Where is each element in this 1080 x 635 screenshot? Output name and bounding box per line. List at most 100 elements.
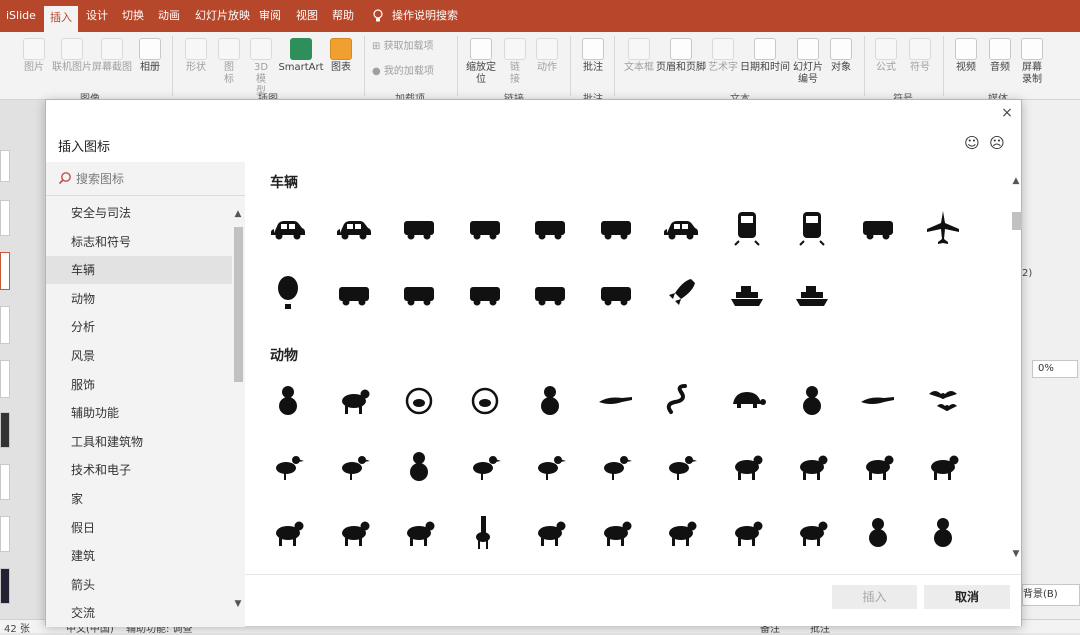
fishbowl-icon[interactable]: [399, 380, 439, 420]
horse-icon[interactable]: [858, 446, 898, 486]
scooter-icon[interactable]: [530, 207, 570, 247]
comment-button[interactable]: 批注: [580, 38, 606, 74]
video-button[interactable]: 视频: [952, 38, 980, 74]
tab-review[interactable]: 审阅: [259, 0, 281, 32]
scroll-up-arrow[interactable]: ▲: [232, 208, 244, 220]
zoom-button[interactable]: 缩放定位: [464, 38, 498, 86]
online-pictures-button[interactable]: 联机图片: [50, 38, 94, 74]
deer-icon[interactable]: [334, 512, 374, 552]
apply-background-button[interactable]: 背景(B): [1022, 584, 1080, 606]
category-item[interactable]: 分析: [46, 313, 232, 341]
goat-icon[interactable]: [792, 446, 832, 486]
bulldozer-icon[interactable]: [399, 273, 439, 313]
owl-icon[interactable]: [399, 446, 439, 486]
close-button[interactable]: ×: [998, 104, 1016, 122]
electric-car-icon[interactable]: [334, 207, 374, 247]
slide-thumbnail[interactable]: [0, 516, 10, 552]
photo-album-button[interactable]: 相册: [136, 38, 164, 74]
hippo-icon[interactable]: [661, 512, 701, 552]
audio-button[interactable]: 音频: [986, 38, 1014, 74]
train-icon[interactable]: [727, 207, 767, 247]
search-input[interactable]: [76, 169, 236, 189]
gallery-scrollbar-thumb[interactable]: [1012, 212, 1022, 230]
category-item[interactable]: 交流: [46, 599, 232, 624]
slide-thumbnail[interactable]: [0, 306, 10, 344]
3d-models-button[interactable]: 3D模型: [248, 38, 274, 98]
lion-icon[interactable]: [727, 512, 767, 552]
crocodile-icon[interactable]: [858, 380, 898, 420]
slide-thumbnail[interactable]: [0, 412, 10, 448]
my-addins-button[interactable]: ● 我的加载项: [372, 66, 438, 78]
rooster-icon[interactable]: [661, 446, 701, 486]
transparency-field[interactable]: 0%: [1032, 360, 1078, 378]
symbol-button[interactable]: 符号: [906, 38, 934, 74]
turtle-icon[interactable]: [727, 380, 767, 420]
car-icon[interactable]: [268, 207, 308, 247]
motorcycle-icon[interactable]: [465, 207, 505, 247]
rhino-icon[interactable]: [596, 512, 636, 552]
shapes-button[interactable]: 形状: [182, 38, 210, 74]
cancel-button[interactable]: 取消: [924, 585, 1010, 609]
category-item[interactable]: 辅助功能: [46, 399, 232, 427]
category-item[interactable]: 动物: [46, 285, 232, 313]
object-button[interactable]: 对象: [828, 38, 854, 74]
excavator-icon[interactable]: [530, 273, 570, 313]
category-item[interactable]: 假日: [46, 514, 232, 542]
tab-design[interactable]: 设计: [86, 0, 108, 32]
cement-mixer-icon[interactable]: [465, 273, 505, 313]
category-item[interactable]: 工具和建筑物: [46, 428, 232, 456]
tab-view[interactable]: 视图: [296, 0, 318, 32]
dump-truck-icon[interactable]: [334, 273, 374, 313]
wordart-button[interactable]: 艺术字: [706, 38, 740, 74]
get-addins-button[interactable]: ⊞ 获取加载项: [372, 41, 438, 53]
equation-button[interactable]: 公式: [872, 38, 900, 74]
category-item[interactable]: 标志和符号: [46, 228, 232, 256]
header-footer-button[interactable]: 页眉和页脚: [654, 38, 708, 74]
steamship-icon[interactable]: [792, 273, 832, 313]
gallery-scroll-up-arrow[interactable]: ▲: [1010, 175, 1022, 187]
cat-icon[interactable]: [268, 380, 308, 420]
slide-thumbnail[interactable]: [0, 252, 10, 290]
tab-insert[interactable]: 插入: [44, 6, 78, 32]
category-item[interactable]: 技术和电子: [46, 456, 232, 484]
tell-me-search[interactable]: 操作说明搜索: [392, 0, 458, 32]
slide-thumbnail[interactable]: [0, 464, 10, 500]
slide-thumbnail[interactable]: [0, 568, 10, 604]
slide-thumbnail[interactable]: [0, 200, 10, 236]
slide-number-button[interactable]: 幻灯片编号: [790, 38, 826, 86]
category-item-selected[interactable]: 车辆: [46, 256, 232, 285]
category-item[interactable]: 安全与司法: [46, 199, 232, 227]
duck-icon[interactable]: [530, 446, 570, 486]
textbox-button[interactable]: 文本框: [622, 38, 656, 74]
bird-icon[interactable]: [268, 446, 308, 486]
peacock-icon[interactable]: [465, 446, 505, 486]
category-item[interactable]: 箭头: [46, 571, 232, 599]
pig-icon[interactable]: [923, 446, 963, 486]
screenshot-button[interactable]: 屏幕截图: [92, 38, 132, 74]
chart-button[interactable]: 图表: [328, 38, 354, 74]
scroll-down-arrow[interactable]: ▼: [232, 598, 244, 610]
date-time-button[interactable]: 日期和时间: [738, 38, 792, 74]
tab-slideshow[interactable]: 幻灯片放映: [195, 0, 250, 32]
smile-feedback-icon[interactable]: ☺: [963, 134, 981, 152]
mouse-icon[interactable]: [596, 380, 636, 420]
helicopter-icon[interactable]: [858, 207, 898, 247]
frown-feedback-icon[interactable]: ☹: [988, 134, 1006, 152]
elephant-icon[interactable]: [530, 512, 570, 552]
tram-icon[interactable]: [792, 207, 832, 247]
hummingbird-icon[interactable]: [334, 446, 374, 486]
link-button[interactable]: 链接: [504, 38, 526, 86]
category-item[interactable]: 建筑: [46, 542, 232, 570]
truck-icon[interactable]: [399, 207, 439, 247]
bus-icon[interactable]: [596, 207, 636, 247]
action-button[interactable]: 动作: [534, 38, 560, 74]
slide-thumbnail[interactable]: [0, 150, 10, 182]
tab-animations[interactable]: 动画: [158, 0, 180, 32]
hamster-wheel-icon[interactable]: [465, 380, 505, 420]
snake-icon[interactable]: [661, 380, 701, 420]
rocket-icon[interactable]: [661, 273, 701, 313]
monkey-icon[interactable]: [858, 512, 898, 552]
category-item[interactable]: 风景: [46, 342, 232, 370]
hot-air-balloon-icon[interactable]: [268, 273, 308, 313]
giraffe-icon[interactable]: [465, 512, 505, 552]
